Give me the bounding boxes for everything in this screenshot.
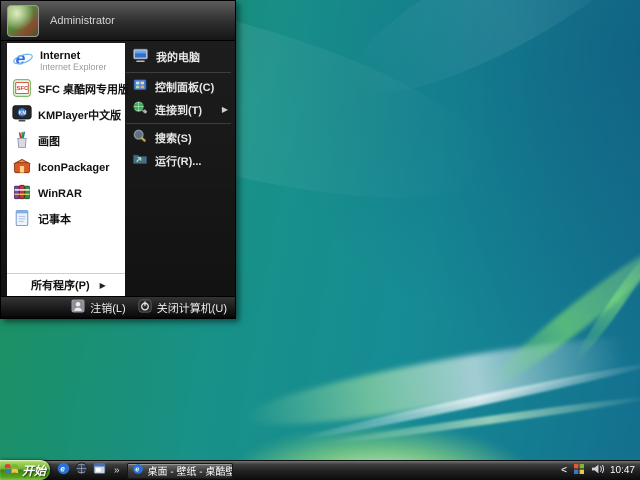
quicklaunch-overflow-chevron[interactable]: » [114, 465, 120, 476]
svg-text:e: e [135, 466, 139, 474]
system-tray: < 10:47 [561, 462, 640, 480]
menu-item-winrar[interactable]: WinRAR [7, 181, 125, 207]
start-menu-left-column: e Internet Internet Explorer SFC [7, 43, 125, 296]
start-menu-header: Administrator [1, 1, 235, 41]
tray-volume-icon[interactable] [591, 462, 604, 480]
control-panel-icon [132, 77, 148, 96]
search-icon [132, 128, 148, 147]
turn-off-computer-label: 关闭计算机(U) [157, 300, 227, 316]
svg-text:KM: KM [19, 110, 27, 116]
power-icon [138, 299, 152, 316]
my-computer-icon [132, 47, 149, 67]
user-avatar [7, 5, 39, 37]
menu-item-sfc[interactable]: SFC SFC 桌酷网专用版 [7, 77, 125, 103]
quicklaunch-window-icon[interactable] [93, 462, 106, 480]
menu-separator [126, 72, 231, 73]
menu-item-label: SFC 桌酷网专用版 [38, 84, 129, 96]
menu-item-paint[interactable]: 画图 [7, 129, 125, 155]
start-menu: Administrator e Internet Internet Explor… [0, 0, 236, 319]
svg-text:e: e [60, 464, 65, 473]
menu-item-run[interactable]: 运行(R)... [125, 149, 232, 172]
submenu-arrow-icon: ▶ [222, 105, 228, 114]
sfc-app-icon: SFC [12, 78, 32, 103]
taskbar: 开始 e » e [0, 460, 640, 480]
quicklaunch-internet-explorer-icon[interactable]: e [57, 462, 70, 480]
start-button-label: 开始 [22, 462, 46, 479]
kmplayer-icon: KM [12, 104, 32, 129]
quick-launch: e » [57, 462, 120, 480]
menu-item-label: 搜索(S) [155, 130, 192, 146]
connect-to-icon [132, 100, 148, 119]
start-menu-footer: 注销(L) 关闭计算机(U) [1, 296, 235, 318]
log-off-button[interactable]: 注销(L) [71, 299, 125, 316]
menu-item-label: 记事本 [38, 214, 71, 226]
menu-item-label: 连接到(T) [155, 102, 202, 118]
tray-app-icon[interactable] [573, 462, 585, 480]
all-programs-arrow-icon: ▶ [100, 281, 106, 290]
notepad-icon [12, 208, 32, 233]
menu-item-kmplayer[interactable]: KM KMPlayer中文版 [7, 103, 125, 129]
svg-text:SFC: SFC [17, 86, 29, 92]
tray-collapse-chevron[interactable]: < [561, 465, 567, 476]
quicklaunch-globe-icon[interactable] [75, 462, 88, 480]
svg-text:e: e [16, 48, 26, 68]
menu-item-label: Internet [40, 50, 107, 62]
all-programs-label: 所有程序(P) [31, 277, 90, 293]
menu-item-notepad[interactable]: 记事本 [7, 207, 125, 233]
menu-item-label: WinRAR [38, 188, 82, 200]
run-icon [132, 151, 148, 170]
menu-item-label: 我的电脑 [156, 49, 200, 65]
menu-item-label: IconPackager [38, 162, 110, 174]
windows-flag-icon [4, 462, 19, 478]
menu-item-control-panel[interactable]: 控制面板(C) [125, 75, 232, 98]
user-name: Administrator [50, 15, 115, 27]
taskbar-window-title: 桌面 - 壁纸 - 桌酷壁... [148, 463, 233, 478]
menu-separator [126, 123, 231, 124]
winrar-icon [12, 182, 32, 207]
menu-item-label: 控制面板(C) [155, 79, 214, 95]
menu-item-iconpackager[interactable]: IconPackager [7, 155, 125, 181]
menu-item-search[interactable]: 搜索(S) [125, 126, 232, 149]
start-menu-right-column: 我的电脑 控制面板(C) [125, 41, 232, 296]
menu-item-sublabel: Internet Explorer [40, 62, 107, 72]
log-off-label: 注销(L) [90, 300, 125, 316]
taskbar-window-button[interactable]: e 桌面 - 壁纸 - 桌酷壁... [127, 463, 233, 479]
menu-item-label: 画图 [38, 136, 60, 148]
all-programs-button[interactable]: 所有程序(P) ▶ [7, 273, 125, 296]
paint-icon [12, 130, 32, 155]
menu-item-internet[interactable]: e Internet Internet Explorer [7, 45, 125, 77]
iconpackager-icon [12, 156, 32, 181]
tray-clock[interactable]: 10:47 [610, 465, 635, 476]
turn-off-computer-button[interactable]: 关闭计算机(U) [138, 299, 227, 316]
start-button[interactable]: 开始 [0, 460, 50, 480]
menu-item-label: KMPlayer中文版 [38, 110, 121, 122]
menu-item-connect-to[interactable]: 连接到(T) ▶ [125, 98, 232, 121]
menu-item-label: 运行(R)... [155, 153, 201, 169]
internet-explorer-icon: e [12, 48, 34, 75]
menu-item-my-computer[interactable]: 我的电脑 [125, 44, 232, 70]
log-off-icon [71, 299, 85, 316]
taskbar-window-icon: e [132, 463, 144, 478]
